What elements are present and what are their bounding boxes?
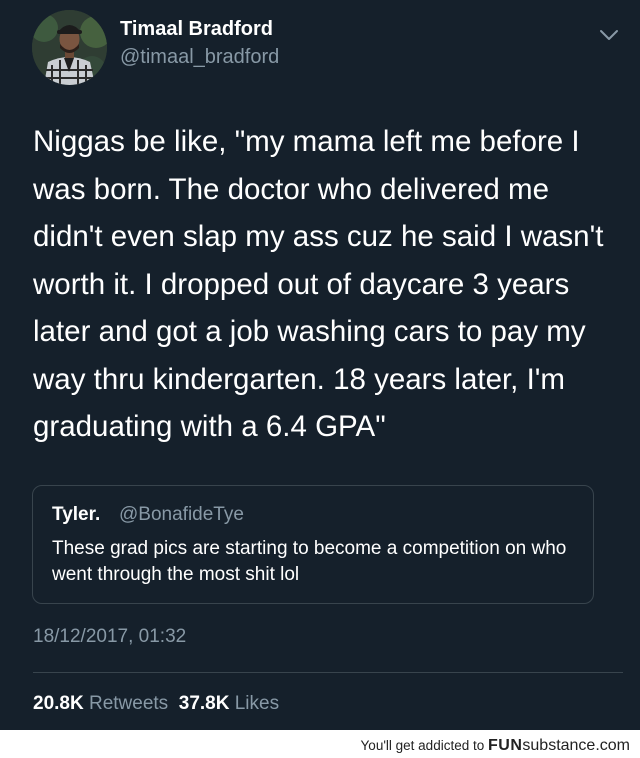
divider [33, 672, 623, 673]
retweets-stat[interactable]: 20.8K Retweets [33, 693, 168, 714]
likes-stat[interactable]: 37.8K Likes [179, 693, 279, 714]
tweet-text: Niggas be like, "my mama left me before … [33, 125, 604, 443]
watermark-brand-rest: substance [522, 737, 596, 754]
chevron-down-icon[interactable] [598, 26, 620, 44]
quoted-author-name: Tyler. [52, 504, 101, 525]
tweet: Timaal Bradford @timaal_bradford Niggas … [0, 0, 640, 730]
likes-label: Likes [234, 693, 280, 714]
watermark-footer: You'll get addicted to FUNsubstance.com [0, 730, 640, 758]
watermark-brand: FUNsubstance.com [488, 737, 630, 754]
retweets-label: Retweets [88, 693, 169, 714]
quoted-tweet[interactable]: Tyler. @BonafideTye These grad pics are … [32, 485, 594, 604]
watermark-text: You'll get addicted to FUNsubstance.com [361, 737, 630, 755]
avatar-photo [32, 10, 107, 85]
tweet-timestamp[interactable]: 18/12/2017, 01:32 [33, 626, 186, 648]
author-handle[interactable]: @timaal_bradford [120, 46, 279, 69]
watermark-brand-suffix: .com [595, 737, 630, 754]
author-name[interactable]: Timaal Bradford [120, 18, 273, 41]
likes-count: 37.8K [178, 693, 230, 714]
retweets-count: 20.8K [33, 693, 84, 714]
quoted-tweet-text: These grad pics are starting to become a… [52, 538, 567, 585]
watermark-prefix: You'll get addicted to [360, 738, 485, 753]
watermark-brand-bold: FUN [488, 737, 523, 754]
engagement-stats: 20.8K Retweets 37.8K Likes [33, 693, 279, 715]
author-avatar[interactable] [32, 10, 107, 85]
quoted-author-handle: @BonafideTye [119, 504, 244, 525]
